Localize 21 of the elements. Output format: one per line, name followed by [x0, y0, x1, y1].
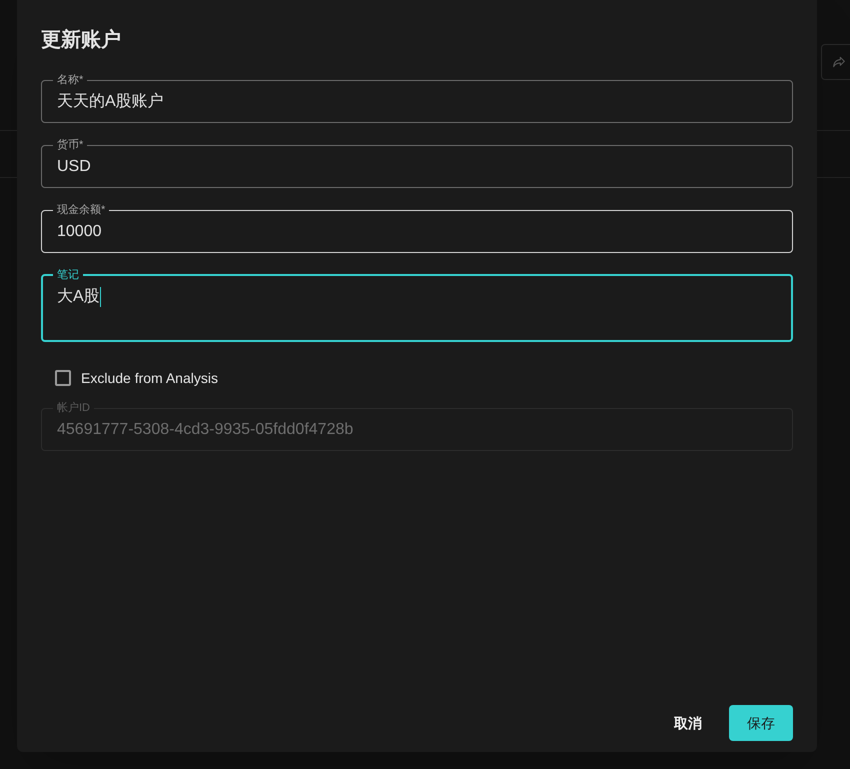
cancel-button[interactable]: 取消 — [666, 705, 710, 741]
field-label: 笔记 — [56, 269, 80, 281]
note-field[interactable]: 笔记 大A股 — [41, 269, 793, 342]
text-cursor-icon — [100, 287, 101, 307]
input-field[interactable]: 名称* 天天的A股账户 — [41, 74, 793, 123]
checkbox[interactable] — [55, 370, 71, 386]
input-field[interactable]: 货币* USD — [41, 139, 793, 188]
field-label: 货币* — [56, 139, 84, 151]
input-field[interactable]: 现金余额* 10000 — [41, 204, 793, 253]
curved-arrow-icon — [831, 54, 847, 70]
field-label: 名称* — [56, 74, 84, 86]
checkbox-label[interactable]: Exclude from Analysis — [81, 368, 218, 388]
save-button[interactable]: 保存 — [729, 705, 793, 741]
field-value: 10000 — [57, 222, 102, 242]
dialog-title: 更新账户 — [41, 28, 121, 53]
field-value: 45691777-5308-4cd3-9935-05fdd0f4728b — [57, 420, 354, 440]
field-value: 大A股 — [57, 287, 100, 307]
field-value: 天天的A股账户 — [57, 92, 164, 112]
field-label: 帐户ID — [56, 402, 91, 414]
field-label: 现金余额* — [56, 204, 106, 216]
field-value: USD — [57, 157, 91, 177]
